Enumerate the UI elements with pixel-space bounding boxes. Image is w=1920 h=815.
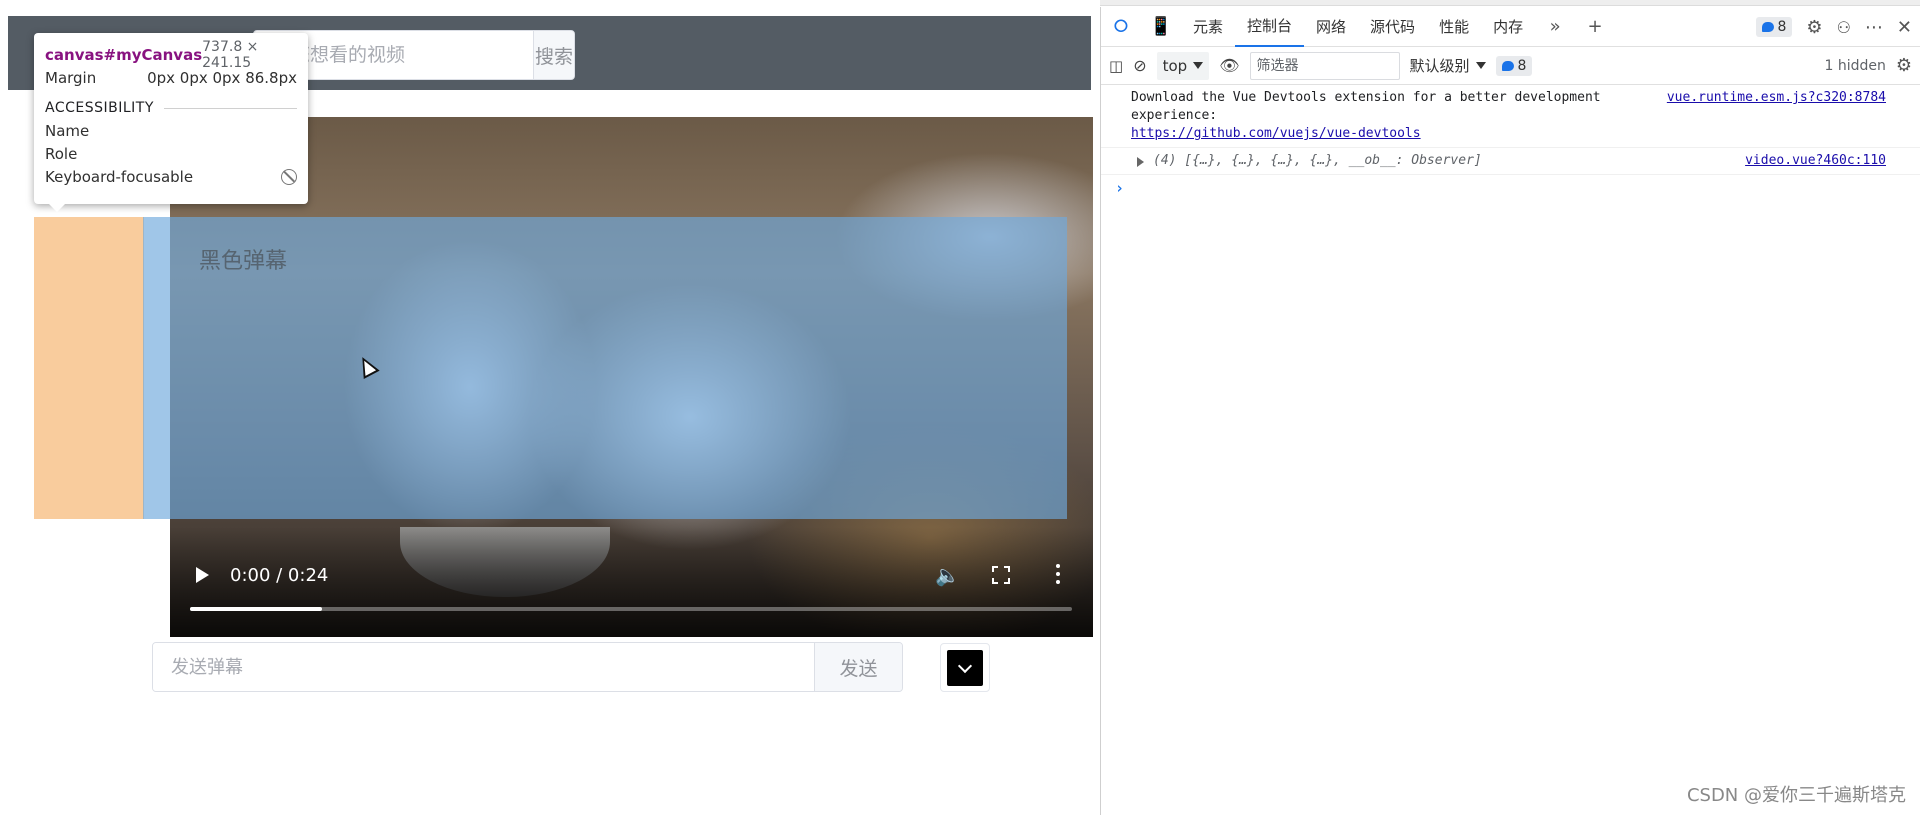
tooltip-role-label: Role <box>45 144 78 163</box>
add-tab-icon[interactable]: + <box>1575 7 1615 47</box>
tooltip-name-label: Name <box>45 121 90 140</box>
devtools-right-actions: 8 ⚙ ⚇ ⋯ ✕ <box>1755 7 1912 47</box>
dropdown-icon <box>1475 62 1486 69</box>
close-icon[interactable]: ✕ <box>1897 17 1912 38</box>
fullscreen-icon[interactable] <box>992 566 1010 584</box>
tooltip-margin-row: Margin 0px 0px 0px 86.8px <box>45 66 297 89</box>
tooltip-focusable-row: Keyboard-focusable <box>45 165 297 188</box>
tooltip-dimensions: 737.8 × 241.15 <box>202 38 259 71</box>
tooltip-name-row: Name <box>45 119 297 142</box>
video-time: 0:00 / 0:24 <box>230 565 329 586</box>
console-message[interactable]: (4) [{…}, {…}, {…}, {…}, __ob__: Observe… <box>1101 148 1920 175</box>
console-output: Download the Vue Devtools extension for … <box>1101 85 1920 197</box>
settings-gear-icon[interactable]: ⚙ <box>1806 17 1822 38</box>
tab-memory[interactable]: 内存 <box>1481 7 1535 47</box>
not-focusable-icon <box>281 168 297 185</box>
inspect-element-icon[interactable]: ⭘ <box>1101 7 1141 47</box>
danmu-color-picker[interactable] <box>940 643 990 692</box>
message-icon <box>1501 60 1514 71</box>
tooltip-section-title: ACCESSIBILITY <box>45 97 297 119</box>
console-message-text: Download the Vue Devtools extension for … <box>1131 90 1601 123</box>
tab-network[interactable]: 网络 <box>1304 7 1358 47</box>
level-issues-count: 8 <box>1517 57 1527 74</box>
log-level-select[interactable]: 默认级别 <box>1410 55 1486 76</box>
inspect-tooltip: canvas#myCanvas 737.8 × 241.15 Margin 0p… <box>34 33 308 212</box>
more-options-icon[interactable] <box>1056 564 1060 584</box>
tab-console[interactable]: 控制台 <box>1235 7 1305 47</box>
console-message-source[interactable]: vue.runtime.esm.js?c320:8784 <box>1667 89 1886 107</box>
tooltip-element-name: canvas#myCanvas <box>45 45 203 64</box>
tab-sources[interactable]: 源代码 <box>1358 7 1427 47</box>
video-progress-bar[interactable] <box>190 607 1072 611</box>
screen: 搜索 0:00 / 0:24 🔈 黑色弹幕 canvas#myCanvas 73… <box>0 0 1920 815</box>
canvas-margin-highlight <box>34 217 144 519</box>
context-value: top <box>1162 56 1188 75</box>
tab-elements[interactable]: 元素 <box>1181 7 1235 47</box>
devtools-panel: ⭘ 📱 元素 控制台 网络 源代码 性能 内存 » + 8 ⚙ ⚇ ⋯ ✕ ◫ <box>1100 7 1920 815</box>
console-filter-input[interactable] <box>1249 51 1400 80</box>
web-page: 搜索 0:00 / 0:24 🔈 黑色弹幕 canvas#myCanvas 73… <box>0 0 1100 815</box>
search-button[interactable]: 搜索 <box>533 31 574 79</box>
log-level-label: 默认级别 <box>1409 57 1470 75</box>
chevron-down-icon <box>957 658 973 674</box>
live-expression-eye-icon[interactable]: 👁 <box>1219 56 1239 75</box>
dropdown-icon <box>1193 62 1204 69</box>
tooltip-margin-value: 0px 0px 0px 86.8px <box>147 68 297 87</box>
tooltip-role-row: Role <box>45 142 297 165</box>
context-selector[interactable]: top <box>1156 51 1210 80</box>
device-toolbar-icon[interactable]: 📱 <box>1141 7 1181 47</box>
tab-performance[interactable]: 性能 <box>1427 7 1481 47</box>
console-prompt-icon[interactable]: › <box>1101 175 1920 197</box>
customize-icon[interactable]: ⚇ <box>1837 18 1851 37</box>
danmu-input[interactable] <box>153 643 814 691</box>
more-menu-icon[interactable]: ⋯ <box>1865 17 1883 38</box>
message-icon <box>1761 22 1774 32</box>
tooltip-focusable-label: Keyboard-focusable <box>45 167 194 186</box>
console-settings-gear-icon[interactable]: ⚙ <box>1896 55 1912 76</box>
sidebar-toggle-icon[interactable]: ◫ <box>1109 57 1123 75</box>
issues-count: 8 <box>1777 19 1787 35</box>
tooltip-header: canvas#myCanvas 737.8 × 241.15 <box>45 39 297 71</box>
console-message-source[interactable]: video.vue?460c:110 <box>1745 152 1886 170</box>
tooltip-margin-label: Margin <box>45 68 97 87</box>
expand-triangle-icon[interactable] <box>1137 157 1144 167</box>
danmu-comment: 黑色弹幕 <box>199 249 288 274</box>
volume-icon[interactable]: 🔈 <box>935 563 960 587</box>
clear-console-icon[interactable]: ⊘ <box>1133 56 1146 75</box>
video-progress-fill <box>190 607 323 611</box>
watermark: CSDN @爱你三千遍斯塔克 <box>1686 785 1906 806</box>
level-issues-badge[interactable]: 8 <box>1495 55 1533 76</box>
play-icon[interactable] <box>196 567 209 583</box>
color-swatch <box>947 650 983 686</box>
console-toolbar: ◫ ⊘ top 👁 默认级别 8 1 hidden ⚙ <box>1101 47 1920 85</box>
issues-badge[interactable]: 8 <box>1755 17 1793 37</box>
danmu-bar: 发送 <box>152 642 903 692</box>
console-message-link[interactable]: https://github.com/vuejs/vue-devtools <box>1131 126 1421 141</box>
devtools-tabbar: ⭘ 📱 元素 控制台 网络 源代码 性能 内存 » + 8 ⚙ ⚇ ⋯ ✕ <box>1101 7 1920 47</box>
hidden-count: 1 hidden <box>1824 57 1886 74</box>
danmu-send-button[interactable]: 发送 <box>814 643 902 691</box>
more-tabs-icon[interactable]: » <box>1535 7 1575 47</box>
console-message: Download the Vue Devtools extension for … <box>1101 85 1920 148</box>
console-message-text: (4) [{…}, {…}, {…}, {…}, __ob__: Observe… <box>1153 153 1482 168</box>
